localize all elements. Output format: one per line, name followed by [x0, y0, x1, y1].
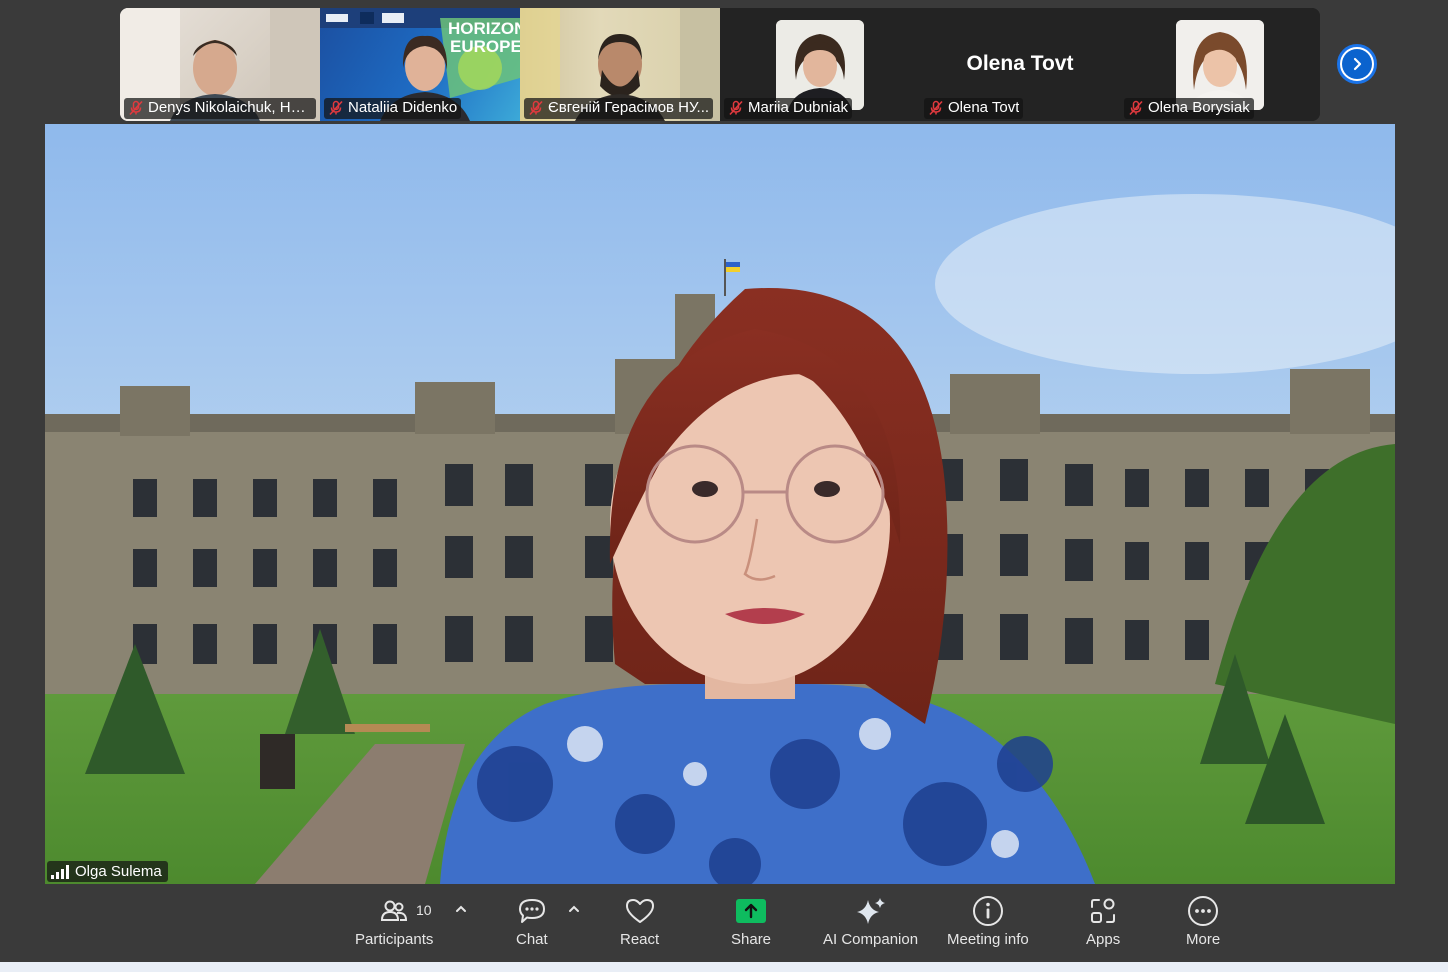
share-button[interactable]: Share [731, 894, 771, 948]
participant-tile[interactable]: Olena Borysiak [1120, 8, 1320, 121]
participant-tile[interactable]: Denys Nikolaichuk, HE... [120, 8, 320, 121]
speaker-name: Olga Sulema [75, 863, 162, 880]
participants-count: 10 [416, 902, 432, 918]
chat-options-button[interactable] [567, 902, 581, 916]
profile-photo [1176, 20, 1264, 110]
mic-muted-icon [529, 100, 543, 116]
chevron-up-icon [569, 905, 579, 912]
participant-tile[interactable]: Євгеній Герасімов НУ... [520, 8, 720, 121]
participant-tile[interactable]: HORIZON EUROPE Nataliia Didenko [320, 8, 520, 121]
participant-name-tag: Nataliia Didenko [324, 98, 462, 119]
taskbar-edge [0, 962, 1448, 972]
active-speaker-video[interactable]: Olga Sulema [45, 124, 1395, 884]
meeting-info-label: Meeting info [947, 931, 1029, 948]
apps-button[interactable]: Apps [1086, 894, 1120, 948]
ai-companion-label: AI Companion [823, 931, 919, 948]
participant-name-tag: Olena Borysiak [1124, 98, 1254, 119]
chat-label: Chat [516, 931, 548, 948]
participant-name-tag: Mariia Dubniak [724, 98, 853, 119]
participant-name: Olena Borysiak [1148, 99, 1250, 116]
virtual-background-scene [45, 124, 1395, 884]
react-label: React [620, 931, 660, 948]
more-button[interactable]: More [1186, 894, 1220, 948]
participants-options-button[interactable] [454, 902, 468, 916]
ai-companion-button[interactable]: AI Companion [823, 894, 918, 948]
participant-name: Olena Tovt [948, 99, 1020, 116]
participant-filmstrip: Denys Nikolaichuk, HE... HORIZON EUROPE [120, 8, 1320, 121]
meeting-toolbar: Participants 10 Chat React Share AI Comp… [0, 884, 1448, 962]
more-label: More [1186, 931, 1221, 948]
chat-icon [518, 899, 545, 923]
background-text-horizon: HORIZON [448, 19, 520, 38]
mic-muted-icon [929, 100, 943, 116]
participant-tile[interactable]: Mariia Dubniak [720, 8, 920, 121]
apps-icon [1091, 898, 1116, 923]
participant-name: Denys Nikolaichuk, HE... [148, 99, 312, 116]
more-icon [1188, 896, 1219, 926]
participant-display-name: Olena Tovt [966, 52, 1074, 75]
share-screen-icon [736, 899, 767, 923]
participant-tile[interactable]: Olena Tovt Olena Tovt [920, 8, 1120, 121]
participants-label: Participants [355, 931, 434, 948]
participant-name: Nataliia Didenko [348, 99, 458, 116]
chevron-up-icon [456, 905, 466, 912]
sparkle-icon [856, 898, 885, 924]
share-label: Share [731, 931, 772, 948]
participant-name-tag: Denys Nikolaichuk, HE... [124, 98, 316, 119]
chevron-right-icon [1353, 57, 1362, 71]
participant-name-tag: Євгеній Герасімов НУ... [524, 98, 714, 119]
react-button[interactable]: React [620, 894, 659, 948]
signal-bars-icon [51, 864, 69, 879]
participant-name: Євгеній Герасімов НУ... [548, 99, 710, 116]
mic-muted-icon [329, 100, 343, 116]
heart-icon [625, 899, 654, 923]
participant-name: Mariia Dubniak [748, 99, 849, 116]
mic-muted-icon [129, 100, 143, 116]
info-icon [972, 896, 1003, 926]
mic-muted-icon [729, 100, 743, 116]
chat-button[interactable]: Chat [516, 894, 548, 948]
next-page-button[interactable] [1337, 44, 1377, 84]
participant-name-tag: Olena Tovt [924, 98, 1024, 119]
participants-icon [381, 900, 408, 921]
meeting-info-button[interactable]: Meeting info [947, 894, 1029, 948]
speaker-name-tag: Olga Sulema [47, 861, 168, 882]
apps-label: Apps [1086, 931, 1121, 948]
profile-photo [776, 20, 864, 110]
background-text-europe: EUROPE [450, 37, 520, 56]
mic-muted-icon [1129, 100, 1143, 116]
